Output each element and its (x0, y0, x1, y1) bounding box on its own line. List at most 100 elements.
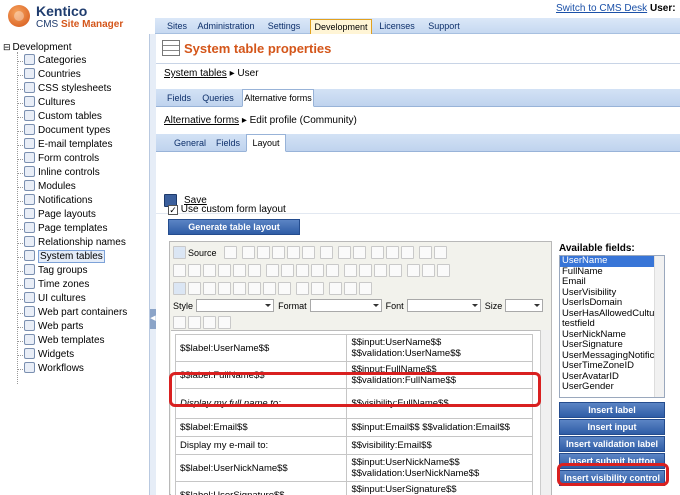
tab-settings[interactable]: Settings (260, 19, 308, 34)
format-select[interactable] (309, 299, 382, 312)
tree-item-cultures[interactable]: Cultures (18, 96, 75, 110)
tree-item-notifications[interactable]: Notifications (18, 194, 92, 208)
text-color-icon[interactable] (296, 282, 310, 295)
justify-icon[interactable] (389, 264, 403, 277)
tab-fields-2[interactable]: Fields (214, 135, 242, 151)
numbered-list-icon[interactable] (266, 264, 280, 277)
tree-item-workflows[interactable]: Workflows (18, 362, 84, 376)
tree-item-web-parts[interactable]: Web parts (18, 320, 83, 334)
clear-format-icon[interactable] (188, 316, 201, 329)
tab-sites[interactable]: Sites (158, 19, 196, 34)
editor-scrollbar[interactable] (540, 330, 551, 495)
copy-icon[interactable] (256, 246, 270, 259)
widget-icon[interactable] (329, 282, 343, 295)
collapse-icon[interactable]: ⊟ (3, 42, 11, 52)
tab-administration[interactable]: Administration (196, 19, 256, 34)
bold-icon[interactable] (173, 264, 186, 277)
tree-item-page-templates[interactable]: Page templates (18, 222, 108, 236)
tree-item-web-part-containers[interactable]: Web part containers (18, 306, 127, 320)
table-insert-icon[interactable] (203, 282, 216, 295)
special-char-icon[interactable] (248, 282, 261, 295)
layout-field-cell[interactable]: $$input:UserName$$ $$validation:UserName… (346, 334, 533, 362)
tree-item-custom-tables[interactable]: Custom tables (18, 110, 102, 124)
indent-icon[interactable] (311, 264, 325, 277)
tree-item-time-zones[interactable]: Time zones (18, 278, 89, 292)
tree-item-web-templates[interactable]: Web templates (18, 334, 105, 348)
available-field-item[interactable]: UserSignature (560, 339, 664, 351)
tree-root-development[interactable]: ⊟ Development (3, 40, 71, 54)
maximize-icon[interactable] (203, 316, 216, 329)
layout-label-cell[interactable]: $$label:UserNickName$$ (174, 454, 348, 482)
generate-table-layout-button[interactable]: Generate table layout (168, 219, 300, 235)
paste-icon[interactable] (271, 246, 285, 259)
tab-development[interactable]: Development (310, 19, 372, 35)
tree-item-system-tables[interactable]: System tables (18, 250, 105, 264)
layout-label-cell[interactable]: $$label:UserSignature$$ (174, 481, 348, 495)
layout-field-cell[interactable]: $$input:Email$$ $$validation:Email$$ (346, 418, 533, 437)
preview-icon[interactable] (223, 246, 237, 259)
tab-layout[interactable]: Layout (246, 134, 286, 152)
tree-item-categories[interactable]: Categories (18, 54, 86, 68)
page-break-icon[interactable] (263, 282, 276, 295)
available-field-item[interactable]: UserIsDomain (560, 297, 664, 309)
source-icon[interactable] (173, 246, 186, 259)
tree-item-widgets[interactable]: Widgets (18, 348, 74, 362)
layout-label-cell[interactable]: $$label:UserName$$ (174, 334, 348, 362)
tab-support[interactable]: Support (422, 19, 466, 34)
editor-content-area[interactable]: $$label:UserName$$ $$input:UserName$$ $$v… (171, 330, 540, 495)
youtube-icon[interactable] (359, 282, 373, 295)
source-button[interactable]: Source (188, 248, 217, 258)
insert-input-button[interactable]: Insert input (559, 419, 665, 435)
image-icon[interactable] (173, 282, 186, 295)
unlink-icon[interactable] (422, 264, 436, 277)
subscript-icon[interactable] (233, 264, 246, 277)
font-select[interactable] (406, 299, 481, 312)
style-select[interactable] (196, 299, 275, 312)
bg-color-icon[interactable] (311, 282, 325, 295)
tree-item-page-layouts[interactable]: Page layouts (18, 208, 96, 222)
horizontal-rule-icon[interactable] (218, 282, 231, 295)
layout-label-cell[interactable]: $$label:Email$$ (174, 418, 348, 437)
text-format-icon[interactable] (173, 316, 186, 329)
tree-item-ui-cultures[interactable]: UI cultures (18, 292, 86, 306)
tab-general[interactable]: General (170, 135, 210, 151)
find-icon[interactable] (370, 246, 384, 259)
insert-validation-label-button[interactable]: Insert validation label (559, 436, 665, 452)
underline-icon[interactable] (203, 264, 216, 277)
tab-alternative-forms[interactable]: Alternative forms (242, 89, 314, 107)
smiley-icon[interactable] (233, 282, 246, 295)
align-center-icon[interactable] (359, 264, 373, 277)
available-field-item[interactable]: testfield (560, 318, 664, 330)
tree-item-form-controls[interactable]: Form controls (18, 152, 99, 166)
tree-item-countries[interactable]: Countries (18, 68, 81, 82)
layout-field-cell[interactable]: $$input:UserNickName$$ $$validation:User… (346, 454, 533, 482)
tab-licenses[interactable]: Licenses (374, 19, 420, 34)
paste-text-icon[interactable] (286, 246, 300, 259)
tree-item-tag-groups[interactable]: Tag groups (18, 264, 87, 278)
breadcrumb-alternative-forms-link[interactable]: Alternative forms (164, 115, 239, 126)
available-fields-list[interactable]: UserName FullName Email UserVisibility UserI… (559, 255, 665, 398)
available-fields-scrollbar[interactable] (654, 256, 664, 397)
tree-item-document-types[interactable]: Document types (18, 124, 110, 138)
available-field-item[interactable]: UserName (560, 256, 664, 267)
paste-word-icon[interactable] (301, 246, 315, 259)
cut-icon[interactable] (241, 246, 255, 259)
align-left-icon[interactable] (344, 264, 358, 277)
tree-item-modules[interactable]: Modules (18, 180, 76, 194)
anchor-icon[interactable] (437, 264, 451, 277)
available-field-item[interactable]: UserTimeZoneID (560, 360, 664, 372)
tab-fields[interactable]: Fields (164, 90, 194, 106)
undo-icon[interactable] (337, 246, 351, 259)
blockquote-icon[interactable] (326, 264, 340, 277)
tree-item-relationship-names[interactable]: Relationship names (18, 236, 126, 250)
spellcheck-icon[interactable] (433, 246, 447, 259)
available-field-item[interactable]: Email (560, 276, 664, 288)
flash-icon[interactable] (188, 282, 201, 295)
layout-field-cell[interactable]: $$input:UserSignature$$ $$validation:Use… (346, 481, 533, 495)
redo-icon[interactable] (352, 246, 366, 259)
table-icon[interactable] (418, 246, 432, 259)
tree-item-css-stylesheets[interactable]: CSS stylesheets (18, 82, 111, 96)
outdent-icon[interactable] (296, 264, 310, 277)
star-icon[interactable] (344, 282, 358, 295)
select-all-icon[interactable] (400, 246, 414, 259)
